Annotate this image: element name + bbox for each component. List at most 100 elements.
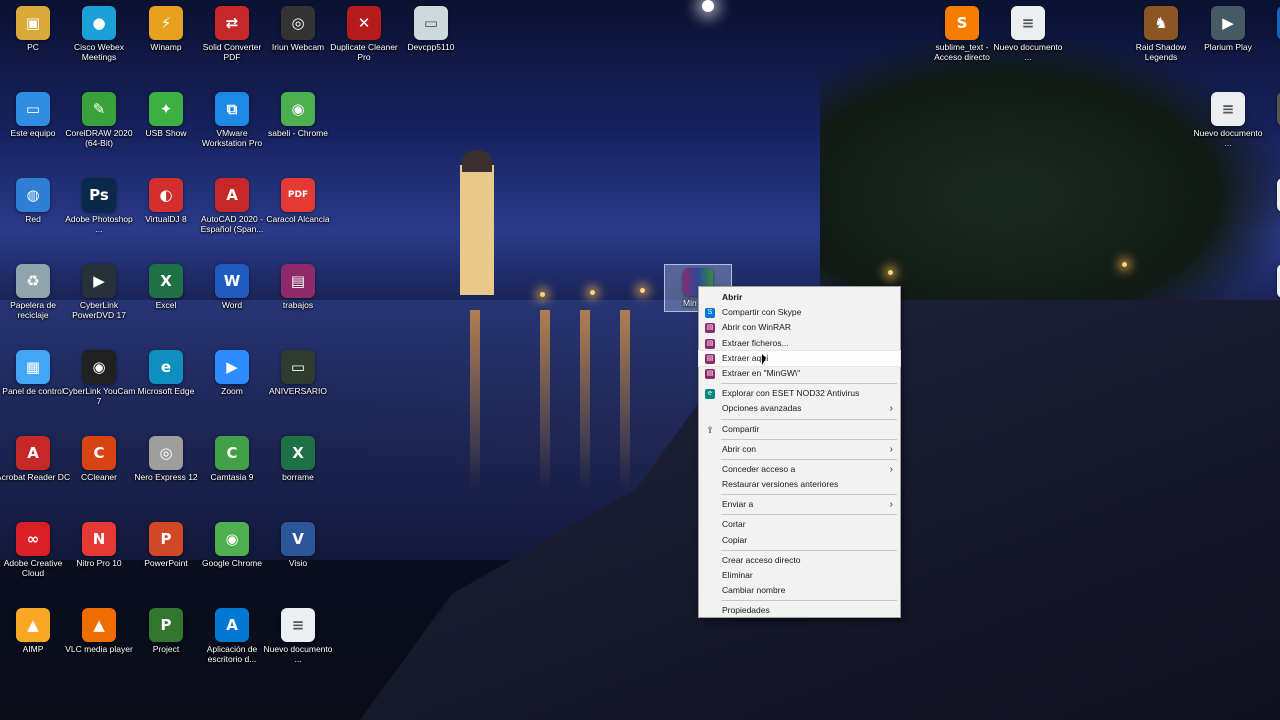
desktop-icon[interactable]: ⧉ VMware Workstation Pro	[194, 92, 270, 148]
desktop-icon[interactable]: A AutoCAD 2020 - Español (Span...	[194, 178, 270, 234]
mouse-cursor-icon	[762, 353, 766, 365]
menu-item-label: Conceder acceso a	[722, 463, 796, 474]
desktop-icon-label: Nitro Pro 10	[76, 558, 122, 568]
desktop-icon[interactable]: ▶ CyberLink PowerDVD 17	[61, 264, 137, 320]
folder-user-icon: ▣	[16, 6, 50, 40]
desktop-icon[interactable]: ✦ USB Show	[128, 92, 204, 138]
wallpaper-light	[640, 288, 645, 293]
desktop-icon[interactable]: doc	[1256, 178, 1280, 224]
desktop-icon[interactable]: C CCleaner	[61, 436, 137, 482]
desktop-icon[interactable]: ▭ ANIVERSARIO	[260, 350, 336, 396]
desktop-icon-label: Zoom	[221, 386, 243, 396]
wallpaper-light	[1122, 262, 1127, 267]
menu-item-copiar[interactable]: Copiar	[699, 533, 900, 548]
desktop-icon[interactable]: Ps Adobe Photoshop ...	[61, 178, 137, 234]
coreldraw-icon: ✎	[82, 92, 116, 126]
wallpaper-light	[540, 292, 545, 297]
project-icon: P	[149, 608, 183, 642]
menu-item-propiedades[interactable]: Propiedades	[699, 603, 900, 618]
desktop-icon[interactable]: C Camtasia 9	[194, 436, 270, 482]
menu-item-opciones-avanzadas[interactable]: Opciones avanzadas ›	[699, 401, 900, 416]
youcam-icon: ◉	[82, 350, 116, 384]
desktop-icon-label: Caracol Alcancia	[266, 214, 330, 224]
desktop-icon[interactable]: ◉ CyberLink YouCam 7	[61, 350, 137, 406]
desktop-icon[interactable]: ● Cisco Webex Meetings	[61, 6, 137, 62]
menu-item-abrir[interactable]: Abrir	[699, 290, 900, 305]
desktop-icon[interactable]: ◉ sabeli - Chrome	[260, 92, 336, 138]
recycle-bin-icon: ♻	[16, 264, 50, 298]
desktop-icon[interactable]: ⇄ Solid Converter PDF	[194, 6, 270, 62]
menu-item-abrir-con[interactable]: Abrir con ›	[699, 442, 900, 457]
edge-icon: e	[149, 350, 183, 384]
desktop-icon[interactable]: Alie	[1256, 92, 1280, 138]
desktop-icon[interactable]: ▤ trabajos	[260, 264, 336, 310]
desktop-icon-label: Nuevo documento ...	[993, 42, 1063, 62]
menu-item-abrir-con-winrar[interactable]: ▤ Abrir con WinRAR	[699, 320, 900, 335]
desktop-icon[interactable]: ✕ Duplicate Cleaner Pro	[326, 6, 402, 62]
menu-item-compartir-con-skype[interactable]: S Compartir con Skype	[699, 305, 900, 320]
menu-item-cambiar-nombre[interactable]: Cambiar nombre	[699, 583, 900, 598]
desktop-icon[interactable]: PDF Caracol Alcancia	[260, 178, 336, 224]
desktop-icon[interactable]: ≡ Nuevo documento ...	[990, 6, 1066, 62]
desktop-icon-label: VMware Workstation Pro	[201, 128, 263, 148]
usb-show-icon: ✦	[149, 92, 183, 126]
desktop-icon[interactable]: ▭ Devcpp5110	[393, 6, 469, 52]
desktop-icon-label: Project	[152, 644, 180, 654]
desktop-icon[interactable]: ▶ Plarium Play	[1190, 6, 1266, 52]
menu-item-extraer-ficheros[interactable]: ▤ Extraer ficheros...	[699, 336, 900, 351]
desktop-icon[interactable]: ≡ Nuevo documento ...	[260, 608, 336, 664]
desktop-icon[interactable]: Xborrame	[260, 436, 336, 482]
desktop-icon[interactable]: ▶ Zoom	[194, 350, 270, 396]
menu-item-label: Opciones avanzadas	[722, 403, 802, 414]
menu-item-compartir[interactable]: ⇪ Compartir	[699, 422, 900, 437]
pdf-converter-icon: ⇄	[215, 6, 249, 40]
menu-item-restaurar-versiones-anteriores[interactable]: Restaurar versiones anteriores	[699, 477, 900, 492]
desktop-icon[interactable]: P PowerPoint	[128, 522, 204, 568]
desktop-icon[interactable]: N Nitro Pro 10	[61, 522, 137, 568]
wallpaper-church-roof	[462, 150, 492, 172]
desktop-icon[interactable]: ◐ VirtualDJ 8	[128, 178, 204, 224]
menu-item-label: Extraer en "MinGW\"	[722, 367, 801, 378]
desktop-icon-label: Nuevo documento ...	[1193, 128, 1263, 148]
desktop-icon[interactable]: ♞ Raid Shadow Legends	[1123, 6, 1199, 62]
desktop-icon[interactable]: ✎ CorelDRAW 2020 (64-Bit)	[61, 92, 137, 148]
desktop-icon[interactable]: X Excel	[128, 264, 204, 310]
menu-item-cortar[interactable]: Cortar	[699, 517, 900, 532]
desktop-icon[interactable]: ⚡ Winamp	[128, 6, 204, 52]
document-icon: ≡	[1011, 6, 1045, 40]
menu-separator	[721, 600, 897, 602]
menu-item-extraer-aquí[interactable]: ▤ Extraer aquí	[698, 349, 901, 367]
visio-icon: V	[281, 522, 315, 556]
desktop-icon[interactable]: ◎ Iriun Webcam	[260, 6, 336, 52]
desktop-icon[interactable]: Ssublime_text - Acceso directo	[924, 6, 1000, 62]
menu-item-conceder-acceso-a[interactable]: Conceder acceso a ›	[699, 462, 900, 477]
desktop-icon[interactable]: doc	[1256, 264, 1280, 310]
desktop-icon-label: eu	[1256, 42, 1280, 52]
azure-icon: A	[215, 608, 249, 642]
desktop-icon[interactable]: e Microsoft Edge	[128, 350, 204, 396]
desktop-icon-label: Google Chrome	[201, 558, 262, 568]
desktop-icon[interactable]: ◎ Nero Express 12	[128, 436, 204, 482]
winrar-icon: ▤	[705, 353, 715, 364]
desktop-icon[interactable]: eu	[1256, 6, 1280, 52]
menu-item-explorar-con-eset-nod32-antivirus[interactable]: e Explorar con ESET NOD32 Antivirus	[699, 386, 900, 401]
context-menu: Abrir S Compartir con Skype ▤ Abrir con WinR…	[698, 286, 901, 618]
menu-item-eliminar[interactable]: Eliminar	[699, 568, 900, 583]
menu-item-enviar-a[interactable]: Enviar a ›	[699, 497, 900, 512]
webex-icon: ●	[82, 6, 116, 40]
desktop-icon[interactable]: W Word	[194, 264, 270, 310]
desktop-icon[interactable]: ≡ Nuevo documento ...	[1190, 92, 1266, 148]
menu-item-crear-acceso-directo[interactable]: Crear acceso directo	[699, 553, 900, 568]
photoshop-icon: Ps	[82, 178, 116, 212]
menu-separator	[721, 549, 897, 551]
menu-item-extraer-en-mingw[interactable]: ▤ Extraer en "MinGW\"	[699, 366, 900, 381]
chrome-icon: ◉	[281, 92, 315, 126]
desktop-icon[interactable]: A Aplicación de escritorio d...	[194, 608, 270, 664]
desktop-icon[interactable]: ▲ VLC media player	[61, 608, 137, 654]
wallpaper-reflection	[470, 310, 480, 490]
desktop-icon[interactable]: V Visio	[260, 522, 336, 568]
desktop-icon[interactable]: ◉ Google Chrome	[194, 522, 270, 568]
desktop-icon[interactable]: P Project	[128, 608, 204, 654]
chevron-right-icon: ›	[889, 463, 893, 475]
chevron-right-icon: ›	[889, 499, 893, 511]
